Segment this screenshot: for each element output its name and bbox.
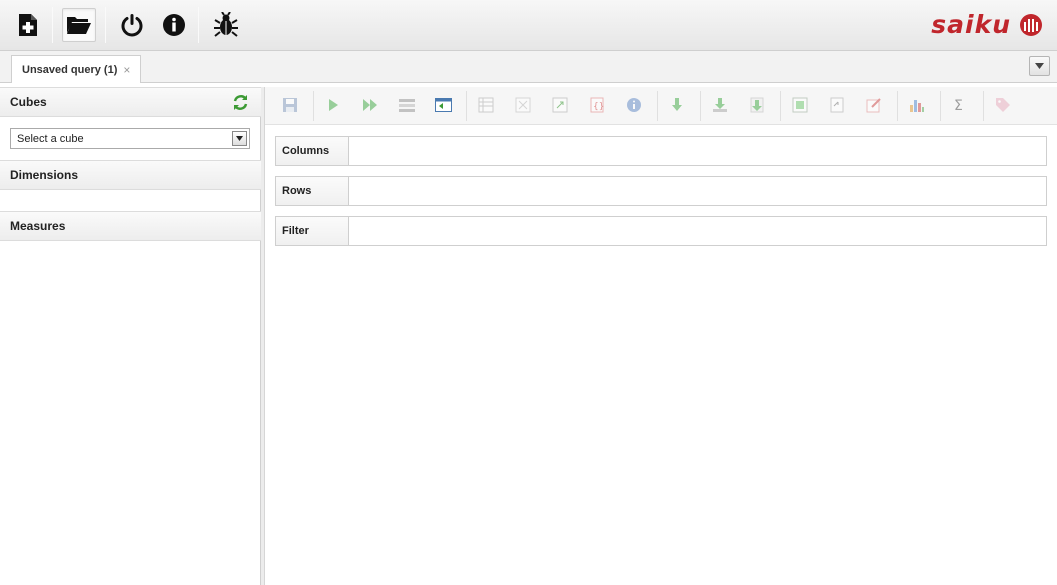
filter-axis: Filter <box>275 216 1047 246</box>
cubes-header: Cubes <box>0 87 261 117</box>
svg-text:Σ: Σ <box>954 98 963 113</box>
chevron-down-icon <box>1035 63 1044 69</box>
save-icon[interactable] <box>281 96 299 114</box>
refresh-icon[interactable] <box>232 94 249 114</box>
power-icon[interactable] <box>115 8 149 42</box>
dimensions-header: Dimensions <box>0 160 261 190</box>
tag-icon[interactable] <box>994 96 1012 114</box>
columns-axis: Columns <box>275 136 1047 166</box>
toggle-sidebar-icon[interactable] <box>434 96 452 114</box>
bug-icon[interactable] <box>209 8 243 42</box>
tab-bar: Unsaved query (1) × <box>0 51 1057 83</box>
main-toolbar: saiku <box>0 0 1057 51</box>
tab-menu-button[interactable] <box>1029 56 1050 76</box>
measures-header: Measures <box>0 211 261 241</box>
zoom-mode-icon[interactable] <box>865 96 883 114</box>
rows-axis: Rows <box>275 176 1047 206</box>
toggle-fields-icon[interactable] <box>398 96 416 114</box>
columns-label: Columns <box>276 137 349 165</box>
export-xls-icon[interactable] <box>711 96 729 114</box>
saiku-logo: saiku <box>931 10 1043 39</box>
saiku-logo-icon <box>1020 13 1042 36</box>
rows-label: Rows <box>276 177 349 205</box>
brand-name: saiku <box>931 10 1011 39</box>
export-csv-icon[interactable] <box>748 96 766 114</box>
tab-label: Unsaved query (1) <box>22 63 118 76</box>
automatic-execution-icon[interactable] <box>361 96 379 114</box>
query-info-icon[interactable] <box>625 96 643 114</box>
info-icon[interactable] <box>157 8 191 42</box>
filter-drop-zone[interactable] <box>349 217 1046 245</box>
svg-text:{}: {} <box>593 102 604 112</box>
columns-drop-zone[interactable] <box>349 137 1046 165</box>
sidebar-splitter[interactable] <box>261 87 265 585</box>
close-icon[interactable]: × <box>123 63 130 77</box>
sidebar: Cubes Select a cube Dimensions Measures <box>0 87 261 585</box>
switch-to-mdx-icon[interactable] <box>828 96 846 114</box>
explain-icon[interactable]: {} <box>588 96 606 114</box>
run-icon[interactable] <box>324 96 342 114</box>
export-pdf-icon[interactable] <box>791 96 809 114</box>
totals-icon[interactable]: Σ <box>951 96 969 114</box>
chevron-down-icon <box>232 131 247 146</box>
measures-title: Measures <box>10 219 66 233</box>
dimensions-title: Dimensions <box>10 168 79 182</box>
show-mdx-icon[interactable] <box>551 96 569 114</box>
open-folder-icon[interactable] <box>62 8 96 42</box>
query-toolbar: {} Σ <box>265 87 1057 125</box>
new-query-icon[interactable] <box>11 8 45 42</box>
drillthrough-icon[interactable] <box>668 96 686 114</box>
filter-label: Filter <box>276 217 349 245</box>
swap-axes-icon[interactable] <box>514 96 532 114</box>
tab-unsaved-query[interactable]: Unsaved query (1) × <box>11 55 142 83</box>
rows-drop-zone[interactable] <box>349 177 1046 205</box>
cube-select-value: Select a cube <box>17 132 84 145</box>
chart-icon[interactable] <box>908 96 926 114</box>
cubes-title: Cubes <box>10 95 47 109</box>
cube-select[interactable]: Select a cube <box>10 128 250 149</box>
non-empty-icon[interactable] <box>477 96 495 114</box>
